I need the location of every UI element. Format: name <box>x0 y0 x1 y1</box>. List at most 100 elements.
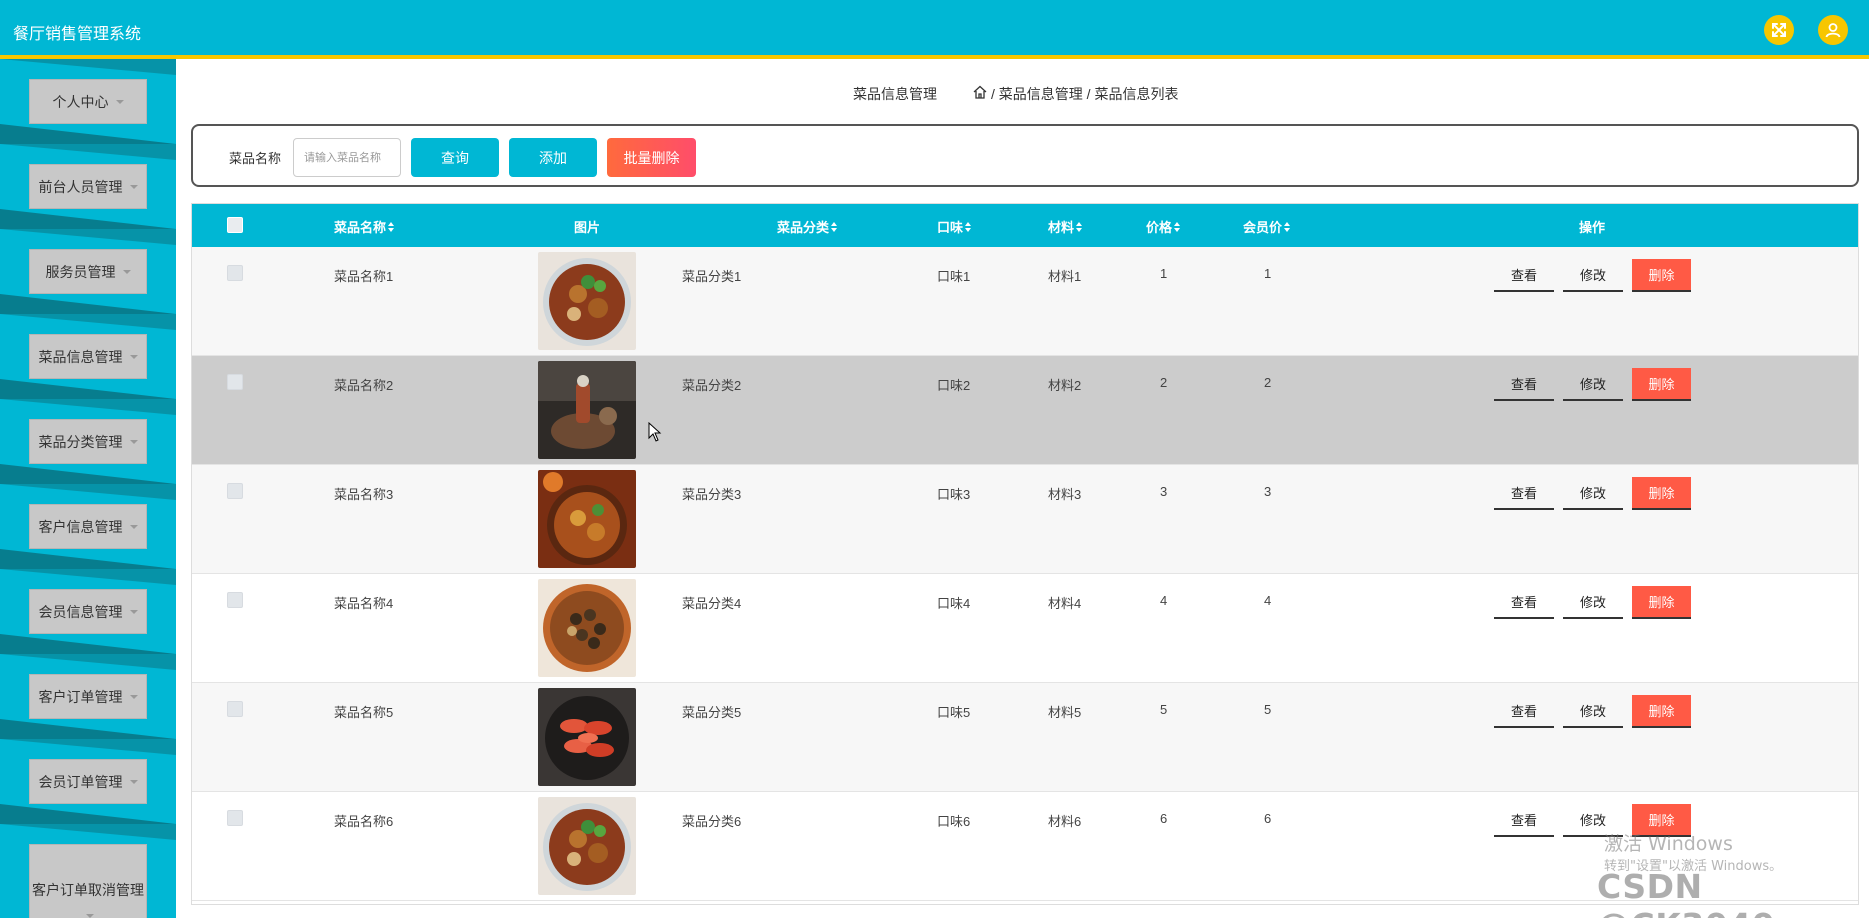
sidebar-button[interactable]: 客户订单管理 <box>29 674 147 719</box>
column-header-actions: 操作 <box>1579 217 1605 236</box>
dish-image <box>538 361 636 459</box>
dish-table: 菜品名称 图片 菜品分类 口味 材料 价格 会员价 操作 菜品名称1 菜品分类1… <box>191 203 1859 905</box>
dish-name: 菜品名称4 <box>334 596 394 611</box>
sidebar-button[interactable]: 菜品信息管理 <box>29 334 147 379</box>
delete-button[interactable]: 删除 <box>1632 695 1691 728</box>
top-bar: 餐厅销售管理系统 <box>0 0 1869 59</box>
edit-button[interactable]: 修改 <box>1563 586 1623 619</box>
sidebar-item-dish-category: 菜品分类管理 <box>0 399 176 484</box>
dish-image <box>538 688 636 786</box>
delete-button[interactable]: 删除 <box>1632 586 1691 619</box>
row-checkbox[interactable] <box>227 810 243 826</box>
batch-delete-button[interactable]: 批量删除 <box>607 138 696 177</box>
row-checkbox[interactable] <box>227 592 243 608</box>
search-label: 菜品名称 <box>229 151 282 166</box>
sort-icon <box>1174 221 1181 232</box>
edit-button[interactable]: 修改 <box>1563 695 1623 728</box>
sidebar-button[interactable]: 客户订单取消管理 <box>29 844 147 918</box>
breadcrumb-path[interactable]: / 菜品信息管理 / 菜品信息列表 <box>991 84 1178 104</box>
delete-button[interactable]: 删除 <box>1632 477 1691 510</box>
dish-category: 菜品分类6 <box>682 814 742 829</box>
delete-button[interactable]: 删除 <box>1632 259 1691 292</box>
sidebar-item-waiter: 服务员管理 <box>0 229 176 314</box>
column-header-category[interactable]: 菜品分类 <box>777 217 838 236</box>
dish-price: 1 <box>1160 266 1168 281</box>
column-header-member-price[interactable]: 会员价 <box>1243 217 1291 236</box>
sidebar-item-label: 前台人员管理 <box>38 178 123 195</box>
dish-price: 6 <box>1160 811 1168 826</box>
sort-icon <box>831 221 838 232</box>
sidebar-item-label: 菜品信息管理 <box>38 348 123 365</box>
query-button[interactable]: 查询 <box>411 138 499 177</box>
column-header-flavor[interactable]: 口味 <box>937 217 972 236</box>
sidebar-button[interactable]: 会员订单管理 <box>29 759 147 804</box>
view-button[interactable]: 查看 <box>1494 804 1554 837</box>
sidebar-button[interactable]: 个人中心 <box>29 79 147 124</box>
dish-price: 4 <box>1160 593 1168 608</box>
dish-price: 5 <box>1160 702 1168 717</box>
csdn-credit-watermark: CSDN @CK3040 <box>1597 867 1775 918</box>
sidebar-button[interactable]: 菜品分类管理 <box>29 419 147 464</box>
column-header-label: 价格 <box>1146 220 1173 235</box>
view-button[interactable]: 查看 <box>1494 586 1554 619</box>
select-all-checkbox[interactable] <box>227 217 243 233</box>
windows-activation-watermark: 激活 Windows <box>1604 833 1733 855</box>
column-header-name[interactable]: 菜品名称 <box>334 217 395 236</box>
view-button[interactable]: 查看 <box>1494 477 1554 510</box>
edit-button[interactable]: 修改 <box>1563 259 1623 292</box>
view-button[interactable]: 查看 <box>1494 695 1554 728</box>
sort-icon <box>1076 221 1083 232</box>
caret-down-icon <box>129 184 138 189</box>
dish-price: 2 <box>1160 375 1168 390</box>
sidebar-button[interactable]: 客户信息管理 <box>29 504 147 549</box>
column-header-material[interactable]: 材料 <box>1048 217 1083 236</box>
dish-material: 材料6 <box>1048 814 1082 829</box>
column-header-label: 材料 <box>1048 220 1075 235</box>
dish-image <box>538 797 636 895</box>
add-button[interactable]: 添加 <box>509 138 597 177</box>
sidebar-button[interactable]: 服务员管理 <box>29 249 147 294</box>
dish-flavor: 口味4 <box>937 596 971 611</box>
edit-button[interactable]: 修改 <box>1563 477 1623 510</box>
row-checkbox[interactable] <box>227 701 243 717</box>
home-icon[interactable] <box>972 84 988 100</box>
sidebar-button[interactable]: 会员信息管理 <box>29 589 147 634</box>
dish-category: 菜品分类5 <box>682 705 742 720</box>
view-button[interactable]: 查看 <box>1494 368 1554 401</box>
row-checkbox[interactable] <box>227 265 243 281</box>
mouse-cursor-icon <box>648 421 662 442</box>
sidebar-button[interactable]: 前台人员管理 <box>29 164 147 209</box>
edit-button[interactable]: 修改 <box>1563 368 1623 401</box>
delete-button[interactable]: 删除 <box>1632 368 1691 401</box>
dish-category: 菜品分类3 <box>682 487 742 502</box>
sidebar-item-personal-center: 个人中心 <box>0 59 176 144</box>
row-checkbox[interactable] <box>227 374 243 390</box>
table-row: 菜品名称3 菜品分类3 口味3 材料3 3 3 查看 修改 删除 <box>192 465 1858 574</box>
dish-category: 菜品分类4 <box>682 596 742 611</box>
table-row: 菜品名称1 菜品分类1 口味1 材料1 1 1 查看 修改 删除 <box>192 247 1858 356</box>
sidebar-item-label: 客户信息管理 <box>38 518 123 535</box>
dish-name-search-input[interactable] <box>293 138 401 177</box>
dish-member-price: 3 <box>1264 484 1272 499</box>
sidebar-item-label: 会员信息管理 <box>38 603 123 620</box>
table-header: 菜品名称 图片 菜品分类 口味 材料 价格 会员价 操作 <box>192 204 1858 247</box>
caret-down-icon <box>129 439 138 444</box>
fullscreen-icon[interactable] <box>1764 15 1794 45</box>
column-header-price[interactable]: 价格 <box>1146 217 1181 236</box>
dish-member-price: 6 <box>1264 811 1272 826</box>
dish-category: 菜品分类2 <box>682 378 742 393</box>
sidebar-item-label: 会员订单管理 <box>38 773 123 790</box>
column-header-label: 菜品名称 <box>334 220 387 235</box>
dish-material: 材料3 <box>1048 487 1082 502</box>
dish-material: 材料2 <box>1048 378 1082 393</box>
dish-material: 材料4 <box>1048 596 1082 611</box>
dish-member-price: 4 <box>1264 593 1272 608</box>
caret-down-icon <box>129 354 138 359</box>
dish-price: 3 <box>1160 484 1168 499</box>
row-checkbox[interactable] <box>227 483 243 499</box>
dish-material: 材料5 <box>1048 705 1082 720</box>
sidebar-item-customer-order: 客户订单管理 <box>0 654 176 739</box>
dish-flavor: 口味3 <box>937 487 971 502</box>
user-icon[interactable] <box>1818 15 1848 45</box>
view-button[interactable]: 查看 <box>1494 259 1554 292</box>
